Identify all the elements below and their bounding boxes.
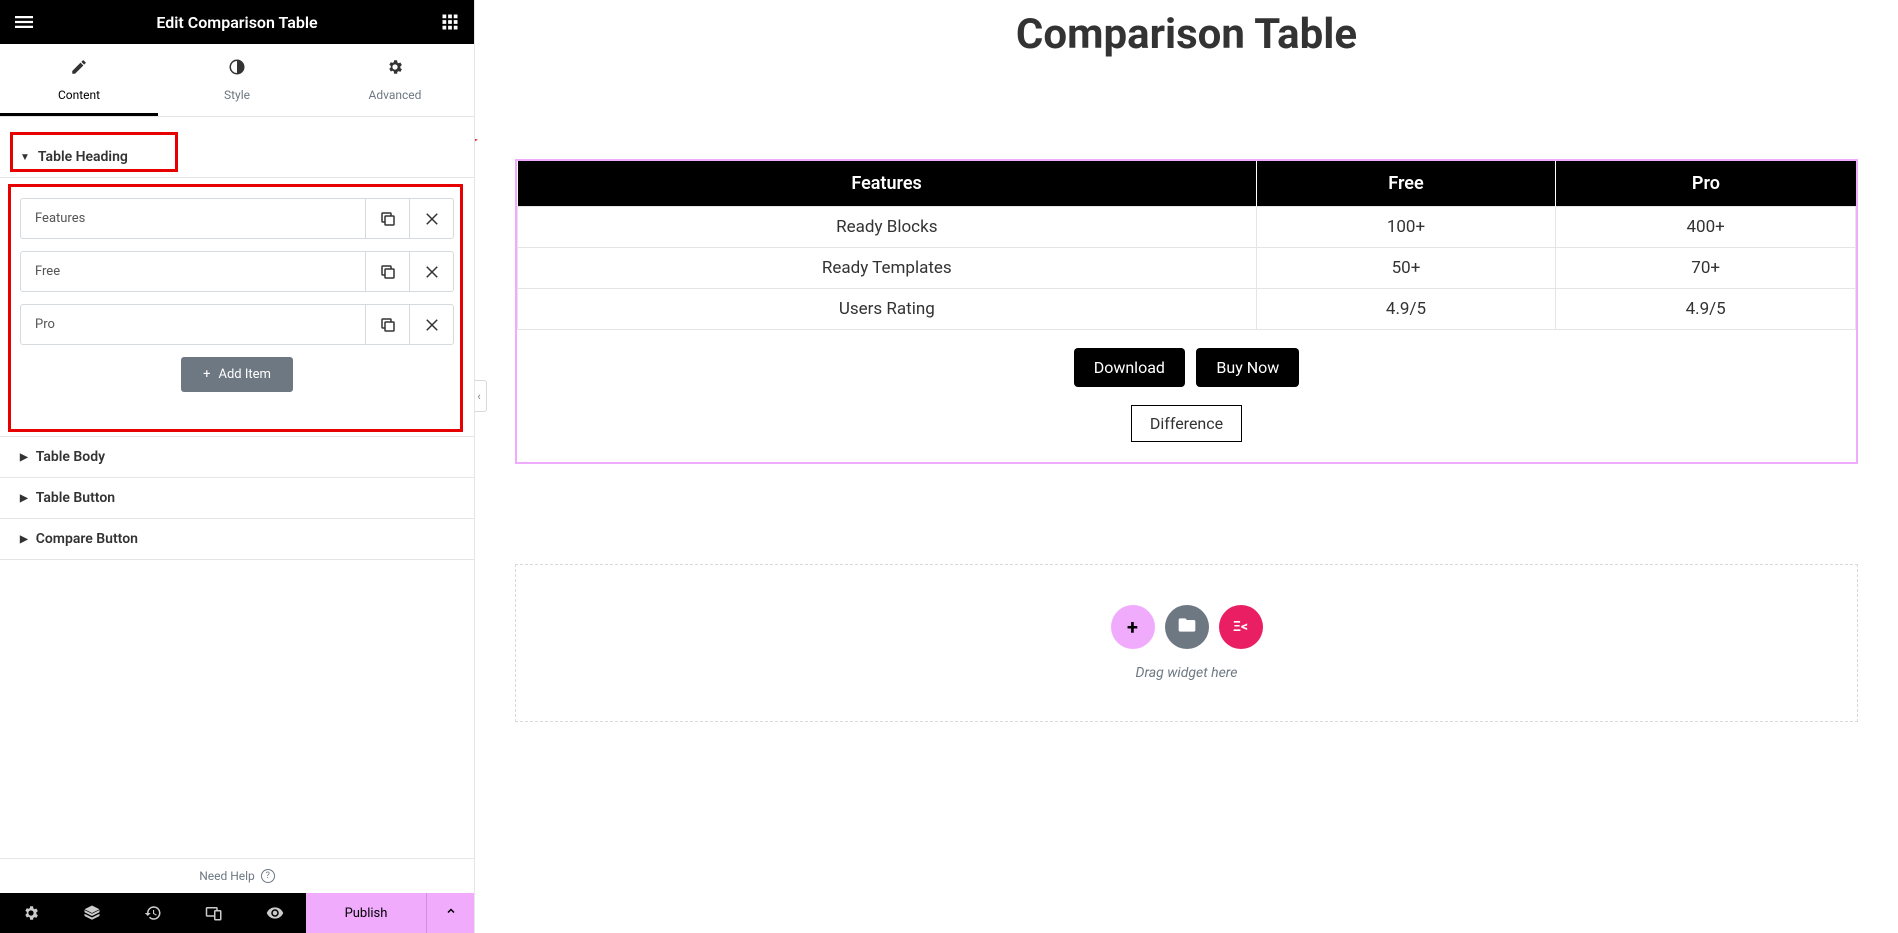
- sidebar-title: Edit Comparison Table: [36, 13, 438, 32]
- caret-right-icon: ▶: [20, 452, 28, 463]
- table-cell: 4.9/5: [1556, 289, 1856, 330]
- need-help-link[interactable]: Need Help ?: [0, 858, 474, 893]
- pencil-icon: [0, 58, 158, 81]
- section-table-button[interactable]: ▶ Table Button: [0, 478, 474, 519]
- heading-item[interactable]: Pro: [20, 304, 454, 345]
- widget-dropzone[interactable]: + Ξ< Drag widget here: [515, 564, 1858, 722]
- heading-item-label[interactable]: Pro: [21, 305, 365, 344]
- heading-item-label[interactable]: Features: [21, 199, 365, 238]
- publish-options-button[interactable]: [426, 893, 474, 933]
- tab-label: Style: [224, 88, 250, 102]
- table-row: Users Rating 4.9/5 4.9/5: [518, 289, 1856, 330]
- template-library-button[interactable]: [1165, 605, 1209, 649]
- tab-label: Content: [58, 88, 100, 102]
- buy-now-button[interactable]: Buy Now: [1196, 348, 1299, 387]
- gear-icon: [316, 58, 474, 81]
- table-row: Ready Blocks 100+ 400+: [518, 207, 1856, 248]
- elementskit-icon: Ξ<: [1233, 619, 1248, 635]
- heading-item-label[interactable]: Free: [21, 252, 365, 291]
- publish-label: Publish: [345, 906, 388, 921]
- table-cell: 400+: [1556, 207, 1856, 248]
- responsive-icon[interactable]: [184, 893, 245, 933]
- editor-canvas: ‹ Comparison Table Features Free Pro Rea…: [475, 0, 1898, 933]
- chevron-left-icon: ‹: [477, 390, 480, 403]
- footer-toolbar: [0, 893, 306, 933]
- section-label: Table Body: [36, 449, 105, 465]
- plus-icon: +: [1127, 615, 1138, 639]
- section-content: Features Free Pro: [0, 178, 474, 412]
- table-header-cell: Free: [1256, 161, 1556, 207]
- table-cell: Users Rating: [518, 289, 1257, 330]
- caret-right-icon: ▶: [20, 493, 28, 504]
- duplicate-icon[interactable]: [365, 199, 409, 238]
- settings-icon[interactable]: [0, 893, 61, 933]
- heading-item[interactable]: Features: [20, 198, 454, 239]
- tab-style[interactable]: Style: [158, 44, 316, 116]
- dropzone-icons: + Ξ<: [556, 605, 1817, 649]
- add-section-button[interactable]: +: [1111, 605, 1155, 649]
- section-compare-button[interactable]: ▶ Compare Button: [0, 519, 474, 560]
- section-label: Table Button: [36, 490, 115, 506]
- download-button[interactable]: Download: [1074, 348, 1185, 387]
- chevron-up-icon: [445, 905, 457, 921]
- table-header-cell: Features: [518, 161, 1257, 207]
- caret-right-icon: ▶: [20, 534, 28, 545]
- panel-body: ▼ Table Heading Features Free: [0, 117, 474, 858]
- comparison-table-widget[interactable]: Features Free Pro Ready Blocks 100+ 400+…: [515, 159, 1858, 464]
- page-title: Comparison Table: [495, 10, 1878, 59]
- history-icon[interactable]: [122, 893, 183, 933]
- section-label: Table Heading: [38, 149, 128, 165]
- close-icon[interactable]: [409, 305, 453, 344]
- collapse-sidebar-button[interactable]: ‹: [475, 380, 487, 412]
- table-row: Ready Templates 50+ 70+: [518, 248, 1856, 289]
- sidebar-header: Edit Comparison Table: [0, 0, 474, 44]
- duplicate-icon[interactable]: [365, 305, 409, 344]
- table-header-cell: Pro: [1556, 161, 1856, 207]
- hamburger-icon[interactable]: [12, 10, 36, 34]
- table-cell: 70+: [1556, 248, 1856, 289]
- table-buttons: Download Buy Now: [517, 348, 1856, 387]
- folder-icon: [1177, 615, 1197, 640]
- duplicate-icon[interactable]: [365, 252, 409, 291]
- close-icon[interactable]: [409, 252, 453, 291]
- contrast-icon: [158, 58, 316, 81]
- table-cell: 100+: [1256, 207, 1556, 248]
- table-header-row: Features Free Pro: [518, 161, 1856, 207]
- editor-tabs: Content Style Advanced: [0, 44, 474, 117]
- table-cell: Ready Blocks: [518, 207, 1257, 248]
- publish-button[interactable]: Publish: [306, 893, 426, 933]
- comparison-table: Features Free Pro Ready Blocks 100+ 400+…: [517, 161, 1856, 330]
- section-label: Compare Button: [36, 531, 138, 547]
- question-circle-icon: ?: [261, 869, 275, 883]
- section-table-heading[interactable]: ▼ Table Heading: [0, 137, 474, 178]
- caret-down-icon: ▼: [20, 152, 30, 163]
- table-cell: Ready Templates: [518, 248, 1257, 289]
- add-item-button[interactable]: + Add Item: [181, 357, 293, 392]
- table-cell: 4.9/5: [1256, 289, 1556, 330]
- widgets-grid-icon[interactable]: [438, 10, 462, 34]
- annotation-arrow: [475, 130, 495, 180]
- elements-kit-button[interactable]: Ξ<: [1219, 605, 1263, 649]
- need-help-label: Need Help: [199, 869, 255, 883]
- table-cell: 50+: [1256, 248, 1556, 289]
- tab-content[interactable]: Content: [0, 44, 158, 116]
- sidebar-footer: Publish: [0, 893, 474, 933]
- plus-icon: +: [203, 367, 210, 382]
- add-item-label: Add Item: [218, 367, 270, 382]
- preview-icon[interactable]: [245, 893, 306, 933]
- editor-sidebar: Edit Comparison Table Content Style Adva…: [0, 0, 475, 933]
- section-table-body[interactable]: ▶ Table Body: [0, 436, 474, 478]
- dropzone-hint: Drag widget here: [556, 665, 1817, 681]
- tab-label: Advanced: [369, 88, 422, 102]
- navigator-icon[interactable]: [61, 893, 122, 933]
- close-icon[interactable]: [409, 199, 453, 238]
- heading-item[interactable]: Free: [20, 251, 454, 292]
- tab-advanced[interactable]: Advanced: [316, 44, 474, 116]
- compare-button[interactable]: Difference: [1131, 405, 1242, 442]
